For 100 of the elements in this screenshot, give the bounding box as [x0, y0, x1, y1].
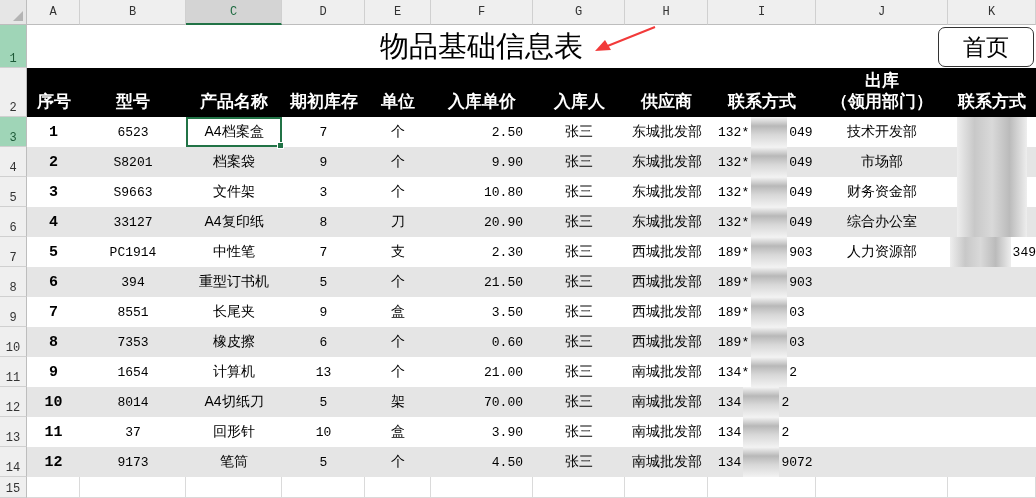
table-cell: 南城批发部 — [631, 393, 702, 411]
table-cell: 37 — [125, 424, 141, 440]
table-cell: 6 — [319, 334, 328, 350]
fill-handle[interactable] — [277, 142, 284, 149]
table-cell: 架 — [391, 393, 405, 411]
table-cell: 个 — [391, 273, 405, 291]
table-cell: 134 — [718, 424, 742, 440]
column-header[interactable]: A — [27, 0, 80, 25]
table-cell: 5 — [319, 394, 328, 410]
table-cell: 5 — [49, 243, 58, 261]
table-cell: 回形针 — [213, 423, 255, 441]
table-cell: 132* — [718, 184, 750, 200]
row-header[interactable]: 15 — [0, 477, 27, 498]
row-header[interactable]: 3 — [0, 117, 27, 147]
table-cell: 西城批发部 — [631, 243, 702, 261]
table-cell: 9173 — [117, 454, 149, 470]
row-header[interactable]: 10 — [0, 327, 27, 357]
redaction-blur — [751, 207, 788, 237]
row-header[interactable]: 13 — [0, 417, 27, 447]
table-cell: 2 — [789, 364, 798, 380]
redaction-blur — [751, 147, 788, 177]
table-cell: 8 — [319, 214, 328, 230]
table-cell: 13 — [315, 364, 332, 380]
row-header[interactable]: 2 — [0, 68, 27, 117]
table-cell: 张三 — [565, 423, 593, 441]
table-cell: 东城批发部 — [631, 123, 702, 141]
table-cell: 132* — [718, 214, 750, 230]
header-cell: 入库人 — [553, 91, 605, 112]
table-cell: 南城批发部 — [631, 453, 702, 471]
table-cell: 6 — [49, 273, 58, 291]
table-cell: A4切纸刀 — [204, 393, 264, 411]
row-header[interactable]: 4 — [0, 147, 27, 177]
table-cell: 2 — [781, 424, 790, 440]
row-header[interactable]: 5 — [0, 177, 27, 207]
table-cell: 个 — [391, 333, 405, 351]
header-cell: 型号 — [116, 91, 150, 112]
table-cell: 个 — [391, 453, 405, 471]
table-cell: 9 — [319, 154, 328, 170]
redaction-blur — [751, 357, 788, 387]
table-cell: 189* — [718, 244, 750, 260]
column-header[interactable]: H — [625, 0, 708, 25]
header-cell: 联系方式 — [728, 91, 796, 112]
column-header[interactable]: F — [431, 0, 533, 25]
row-header[interactable]: 12 — [0, 387, 27, 417]
table-cell: 6523 — [117, 124, 149, 140]
table-cell: S9663 — [113, 184, 153, 200]
table-cell: 南城批发部 — [631, 363, 702, 381]
table-cell: 市场部 — [861, 153, 903, 171]
header-cell: 供应商 — [641, 91, 692, 112]
table-cell: 东城批发部 — [631, 153, 702, 171]
table-cell: 个 — [391, 153, 405, 171]
table-cell: 9072 — [781, 454, 813, 470]
row-header[interactable]: 14 — [0, 447, 27, 477]
table-cell: 11 — [44, 423, 63, 441]
table-cell: 3 — [319, 184, 328, 200]
header-cell: 出库 （领用部门） — [831, 70, 933, 112]
table-cell: 0.60 — [491, 334, 523, 350]
table-cell: 南城批发部 — [631, 423, 702, 441]
column-header[interactable]: G — [533, 0, 625, 25]
table-cell: 张三 — [565, 363, 593, 381]
row-header[interactable]: 1 — [0, 25, 27, 68]
row-header[interactable]: 11 — [0, 357, 27, 387]
table-cell: 张三 — [565, 393, 593, 411]
table-cell: 9.90 — [491, 154, 523, 170]
column-header[interactable]: E — [365, 0, 431, 25]
table-cell: 东城批发部 — [631, 213, 702, 231]
select-all-icon[interactable] — [13, 11, 23, 21]
table-cell: 3.50 — [491, 304, 523, 320]
row-header[interactable]: 7 — [0, 237, 27, 267]
table-cell: 903 — [789, 244, 813, 260]
row-header[interactable]: 9 — [0, 297, 27, 327]
column-header[interactable]: C — [186, 0, 282, 25]
column-header[interactable]: D — [282, 0, 365, 25]
table-cell: 049 — [789, 154, 813, 170]
table-cell: 049 — [789, 124, 813, 140]
table-cell: 刀 — [391, 213, 405, 231]
table-cell: 20.90 — [484, 214, 523, 230]
table-cell: 349 — [1012, 244, 1036, 260]
row-header[interactable]: 6 — [0, 207, 27, 237]
column-header[interactable]: B — [80, 0, 186, 25]
table-cell: 4.50 — [491, 454, 523, 470]
home-button[interactable]: 首页 — [938, 27, 1034, 67]
annotation-arrow — [595, 26, 656, 51]
column-header[interactable]: J — [816, 0, 948, 25]
table-cell: 7 — [319, 244, 328, 260]
column-header[interactable]: K — [948, 0, 1036, 25]
redaction-blur — [751, 297, 788, 327]
selected-cell[interactable]: A4档案盒 — [186, 117, 282, 147]
column-header[interactable]: I — [708, 0, 816, 25]
row-header[interactable]: 8 — [0, 267, 27, 297]
table-cell: 10 — [315, 424, 332, 440]
header-cell: 单位 — [381, 91, 415, 112]
table-cell: 西城批发部 — [631, 333, 702, 351]
sheet-title: 物品基础信息表 — [380, 28, 583, 64]
redaction-blur — [743, 387, 780, 417]
header-cell: 产品名称 — [200, 91, 268, 112]
table-cell: 橡皮擦 — [213, 333, 255, 351]
table-cell: 10.80 — [484, 184, 523, 200]
table-cell: 技术开发部 — [847, 123, 917, 141]
table-cell: 132* — [718, 124, 750, 140]
